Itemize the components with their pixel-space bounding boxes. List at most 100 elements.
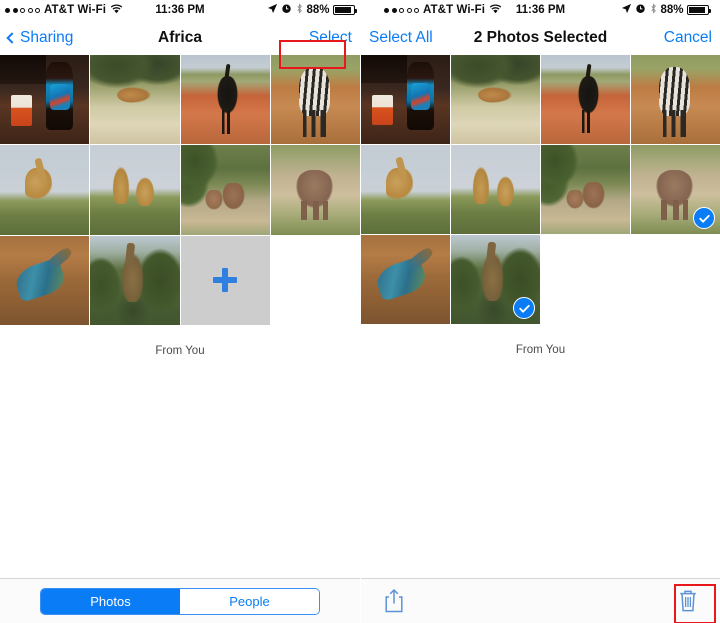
photo-thumbnail <box>90 145 180 235</box>
photo-thumbnail <box>631 55 720 144</box>
photo-detail <box>451 55 540 91</box>
check-icon <box>518 304 530 313</box>
cancel-button-label: Cancel <box>663 28 712 46</box>
battery-icon <box>333 5 357 15</box>
alarm-clock-icon <box>635 3 646 17</box>
signal-strength-dots <box>5 7 40 13</box>
photo-thumbnail <box>451 55 540 144</box>
photo-elephant[interactable] <box>270 145 360 235</box>
wifi-icon <box>489 4 502 17</box>
photo-detail <box>301 200 328 221</box>
photo-detail <box>134 175 155 206</box>
photo-detail <box>221 110 230 134</box>
photo-detail <box>581 110 590 134</box>
navigation-bar: Sharing Africa Select <box>0 20 360 69</box>
status-bar-left: AT&T Wi-Fi <box>384 4 502 17</box>
photo-giraffe-trees[interactable] <box>451 235 540 324</box>
photo-elephants-walking[interactable] <box>541 145 630 234</box>
cancel-button[interactable]: Cancel <box>664 29 712 47</box>
delete-button[interactable] <box>678 589 698 613</box>
alarm-clock-icon <box>281 3 292 17</box>
navigation-bar: Select All 2 Photos Selected Cancel <box>361 20 720 55</box>
photo-detail <box>659 67 690 116</box>
photo-zebra-foal[interactable] <box>270 55 360 145</box>
photo-detail <box>49 83 70 111</box>
photo-elephants-walking[interactable] <box>180 145 270 235</box>
right-phone-panel: AT&T Wi-Fi 11:36 PM 88% Select All 2 Pho… <box>360 0 720 623</box>
photo-ostrich[interactable] <box>541 55 630 144</box>
select-button[interactable]: Select <box>309 29 352 47</box>
photo-thumbnail <box>541 55 630 144</box>
selected-checkmark-badge <box>513 297 535 319</box>
photo-detail <box>0 55 47 84</box>
select-all-button[interactable]: Select All <box>369 29 433 47</box>
photo-giraffe[interactable] <box>0 145 90 235</box>
photo-detail <box>565 189 584 210</box>
photo-thumbnail <box>361 55 450 144</box>
photo-ostrich[interactable] <box>180 55 270 145</box>
photo-detail <box>663 110 687 137</box>
photo-detail <box>661 200 688 220</box>
carrier-label: AT&T Wi-Fi <box>44 4 106 16</box>
photo-two-giraffes[interactable] <box>90 145 180 235</box>
photo-thumbnail <box>0 145 90 235</box>
photo-bar-bottle[interactable] <box>0 55 90 145</box>
battery-icon <box>687 5 711 15</box>
photo-elephant[interactable] <box>631 145 720 234</box>
photo-two-giraffes[interactable] <box>451 145 540 234</box>
back-button-label: Sharing <box>20 28 74 46</box>
select-all-label: Select All <box>369 28 433 46</box>
photo-detail <box>371 95 394 126</box>
chevron-left-icon <box>6 31 18 44</box>
check-icon <box>698 214 710 223</box>
photo-detail <box>495 175 516 206</box>
photo-detail <box>477 87 512 104</box>
photo-detail <box>302 110 327 138</box>
wifi-icon <box>110 4 123 17</box>
bottom-toolbar <box>361 578 720 623</box>
photo-detail <box>221 182 245 210</box>
selected-checkmark-badge <box>693 207 715 229</box>
left-phone-panel: AT&T Wi-Fi 11:36 PM 88% Sharing Africa S… <box>0 0 360 623</box>
back-button-sharing[interactable]: Sharing <box>6 28 74 47</box>
select-button-label: Select <box>308 28 352 46</box>
photo-detail <box>111 164 130 205</box>
photo-lizard[interactable] <box>0 235 90 325</box>
grid-caption: From You <box>155 344 205 357</box>
add-photos-tile[interactable] <box>180 235 270 325</box>
photo-lion[interactable] <box>451 55 540 144</box>
photo-thumbnail <box>180 145 270 235</box>
toolbar-actions <box>361 588 720 614</box>
trash-icon <box>678 589 698 613</box>
carrier-label: AT&T Wi-Fi <box>423 4 485 16</box>
bluetooth-icon <box>650 3 657 17</box>
photo-bar-bottle[interactable] <box>361 55 450 144</box>
photo-lizard[interactable] <box>361 235 450 324</box>
photo-giraffe-trees[interactable] <box>90 235 180 325</box>
photo-thumbnail <box>180 55 270 145</box>
tab-photos[interactable]: Photos <box>41 588 180 614</box>
photo-thumbnail <box>541 145 630 234</box>
photo-thumbnail <box>361 235 450 324</box>
photo-thumbnail <box>451 145 540 234</box>
photo-detail <box>299 67 330 116</box>
status-bar-right: 88% <box>267 3 357 17</box>
status-bar: AT&T Wi-Fi 11:36 PM 88% <box>0 0 360 20</box>
battery-percent-label: 88% <box>660 4 684 16</box>
photo-detail <box>90 55 180 91</box>
photo-thumbnail <box>0 235 90 325</box>
photo-zebra-foal[interactable] <box>631 55 720 144</box>
photo-thumbnail <box>90 55 180 145</box>
location-arrow-icon <box>621 3 632 17</box>
bottom-toolbar: Photos People <box>0 578 360 623</box>
status-bar: AT&T Wi-Fi 11:36 PM 88% <box>361 0 720 20</box>
photo-lion[interactable] <box>90 55 180 145</box>
share-button[interactable] <box>383 588 405 614</box>
photo-thumbnail <box>0 55 90 145</box>
photo-detail <box>581 182 606 210</box>
signal-strength-dots <box>384 7 419 13</box>
tab-people[interactable]: People <box>180 588 319 614</box>
status-bar-right: 88% <box>621 3 711 17</box>
photo-thumbnail <box>270 55 360 145</box>
photo-giraffe[interactable] <box>361 145 450 234</box>
